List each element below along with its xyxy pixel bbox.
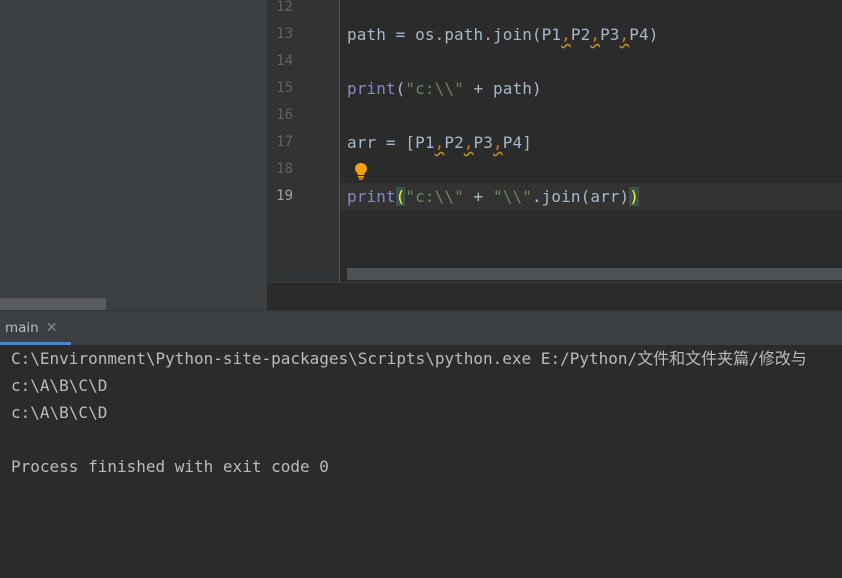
- line-number: 18: [276, 161, 293, 177]
- code-token: P3: [473, 133, 494, 152]
- close-icon[interactable]: ✕: [46, 321, 58, 335]
- editor-horizontal-scrollbar[interactable]: [347, 268, 842, 280]
- code-editor[interactable]: 12 13 14 15 16 17 18 19 path = os.path.join(P1,…: [267, 0, 842, 310]
- gutter-divider: [339, 0, 340, 282]
- code-token: P2: [444, 133, 464, 152]
- code-token: ,: [561, 25, 571, 44]
- console-output-line: c:\A\B\C\D: [11, 403, 108, 422]
- console-output-line: C:\Environment\Python-site-packages\Scri…: [11, 349, 807, 368]
- console-output-line: c:\A\B\C\D: [11, 376, 108, 395]
- line-number: 17: [276, 134, 293, 150]
- line-number: 13: [276, 26, 293, 42]
- code-line[interactable]: print("c:\\" + "\\".join(arr)): [347, 183, 640, 210]
- code-token: ): [629, 187, 640, 206]
- line-number: 16: [276, 107, 293, 123]
- code-token: P4): [629, 25, 659, 44]
- tab-main[interactable]: main ✕: [0, 311, 71, 345]
- code-token: ,: [493, 133, 503, 152]
- code-token: "c:\\": [405, 79, 464, 98]
- project-horizontal-scrollbar[interactable]: [0, 298, 106, 310]
- code-line[interactable]: arr = [P1,P2,P3,P4]: [347, 129, 532, 156]
- editor-divider: [267, 282, 842, 283]
- code-token: ,: [434, 133, 445, 152]
- line-number-gutter: 12 13 14 15 16 17 18 19: [267, 0, 339, 282]
- code-token: ,: [619, 25, 630, 44]
- console-output-line: Process finished with exit code 0: [11, 457, 329, 476]
- code-token: "\\": [493, 187, 532, 206]
- code-token: P4]: [502, 133, 532, 152]
- code-token: ,: [463, 133, 474, 152]
- project-panel: [0, 0, 267, 310]
- code-token: .join(arr): [531, 187, 630, 206]
- code-line[interactable]: path = os.path.join(P1,P2,P3,P4): [347, 21, 658, 48]
- run-tab-label: main: [5, 320, 39, 336]
- code-token: + path): [463, 79, 542, 98]
- code-token: (: [395, 79, 406, 98]
- code-token: P2: [570, 25, 591, 44]
- code-token: P3: [600, 25, 620, 44]
- code-token: arr = [P1: [347, 133, 435, 152]
- lightbulb-icon[interactable]: [354, 162, 368, 180]
- code-token: print: [347, 187, 396, 206]
- code-token: (: [395, 187, 406, 206]
- code-line[interactable]: print("c:\\" + path): [347, 75, 542, 102]
- run-toolwindow-header: main ✕: [0, 310, 842, 345]
- line-number: 15: [276, 80, 293, 96]
- line-number: 12: [276, 0, 293, 15]
- code-token: print: [347, 79, 396, 98]
- code-token: ,: [590, 25, 601, 44]
- code-token: "c:\\": [405, 187, 464, 206]
- code-token: +: [463, 187, 494, 206]
- line-number: 19: [276, 188, 293, 204]
- run-console[interactable]: C:\Environment\Python-site-packages\Scri…: [0, 345, 842, 578]
- code-token: path = os.path.join(P1: [347, 25, 562, 44]
- line-number: 14: [276, 53, 293, 69]
